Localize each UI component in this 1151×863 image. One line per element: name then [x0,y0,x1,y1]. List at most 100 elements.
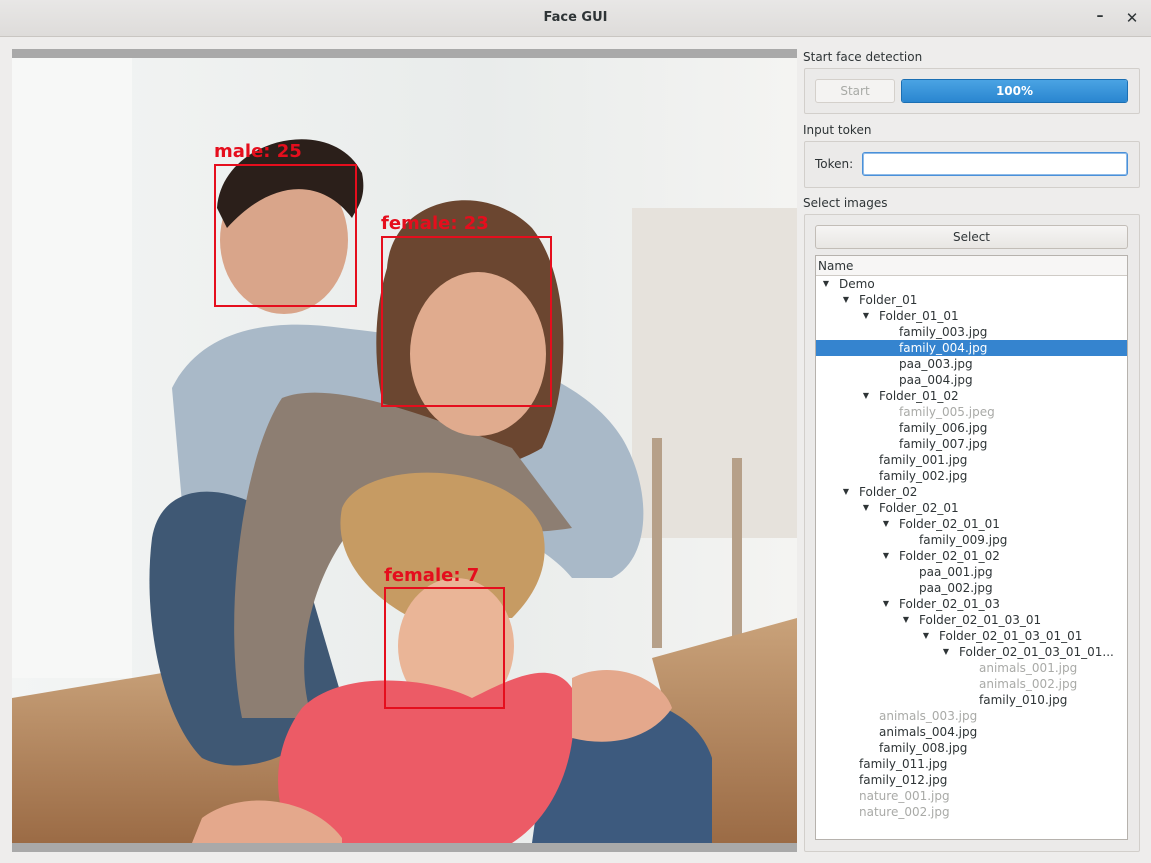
expand-arrow-icon[interactable]: ▼ [900,612,912,628]
tree-file-row[interactable]: family_008.jpg [816,740,1127,756]
close-icon[interactable]: ✕ [1122,8,1142,28]
expand-arrow-icon[interactable]: ▼ [840,484,852,500]
tree-item-label: family_003.jpg [899,325,988,339]
tree-item-label: Folder_02_01_03 [899,597,1000,611]
face-box-female-adult [381,236,552,407]
tree-file-row[interactable]: family_001.jpg [816,452,1127,468]
tree-item-label: Folder_02 [859,485,918,499]
tree-item-label: Folder_02_01_03_01_01... [959,645,1114,659]
tree-item-label: Folder_02_01_03_01 [919,613,1042,627]
tree-item-label: family_010.jpg [979,693,1068,707]
detection-progress-bar: 100% [901,79,1128,103]
expand-arrow-icon[interactable]: ▼ [880,516,892,532]
expand-arrow-icon[interactable]: ▼ [840,292,852,308]
tree-file-row[interactable]: family_009.jpg [816,532,1127,548]
tree-item-label: Folder_01 [859,293,918,307]
tree-file-row[interactable]: paa_003.jpg [816,356,1127,372]
tree-folder-row[interactable]: ▼ Folder_02_01_03_01_01... [816,644,1127,660]
window-title: Face GUI [543,10,608,25]
tree-folder-row[interactable]: ▼ Folder_02 [816,484,1127,500]
file-tree[interactable]: Name ▼ Demo ▼ Folder_01 ▼ Folder_01_01 family_… [815,255,1128,840]
tree-item-label: Folder_02_01_01 [899,517,1000,531]
tree-folder-row[interactable]: ▼ Folder_02_01_02 [816,548,1127,564]
detection-section-title: Start face detection [803,50,923,64]
tree-file-row[interactable]: paa_004.jpg [816,372,1127,388]
tree-folder-row[interactable]: ▼ Demo [816,276,1127,292]
tree-item-label: family_002.jpg [879,469,968,483]
start-button[interactable]: Start [815,79,895,103]
tree-file-row[interactable]: paa_002.jpg [816,580,1127,596]
images-section-title: Select images [803,196,888,210]
tree-item-label: family_012.jpg [859,773,948,787]
tree-item-label: family_006.jpg [899,421,988,435]
tree-file-row[interactable]: nature_002.jpg [816,804,1127,820]
select-button[interactable]: Select [815,225,1128,249]
tree-folder-row[interactable]: ▼ Folder_01_01 [816,308,1127,324]
tree-item-label: paa_004.jpg [899,373,973,387]
tree-item-label: animals_002.jpg [979,677,1078,691]
tree-folder-row[interactable]: ▼ Folder_02_01_03_01_01 [816,628,1127,644]
tree-file-row[interactable]: family_006.jpg [816,420,1127,436]
face-label-female-adult: female: 23 [381,213,489,234]
face-box-male [214,164,357,307]
title-bar: Face GUI – ✕ [0,0,1151,37]
tree-item-label: Demo [839,277,875,291]
tree-file-row[interactable]: family_010.jpg [816,692,1127,708]
tree-item-label: nature_002.jpg [859,805,950,819]
tree-item-label: animals_003.jpg [879,709,978,723]
expand-arrow-icon[interactable]: ▼ [920,628,932,644]
tree-file-row[interactable]: nature_001.jpg [816,788,1127,804]
tree-column-header[interactable]: Name [816,256,1127,276]
tree-file-row[interactable]: animals_002.jpg [816,676,1127,692]
image-viewer: male: 25 female: 23 female: 7 [12,49,797,852]
tree-item-label: animals_004.jpg [879,725,978,739]
tree-item-label: animals_001.jpg [979,661,1078,675]
tree-item-label: Folder_02_01_03_01_01 [939,629,1083,643]
tree-file-row[interactable]: family_004.jpg [816,340,1127,356]
tree-file-row[interactable]: family_002.jpg [816,468,1127,484]
tree-item-label: nature_001.jpg [859,789,950,803]
family-photo: male: 25 female: 23 female: 7 [12,58,797,843]
tree-item-label: family_004.jpg [899,341,988,355]
face-label-female-child: female: 7 [384,565,480,586]
tree-item-label: family_005.jpeg [899,405,995,419]
tree-file-row[interactable]: animals_001.jpg [816,660,1127,676]
tree-file-row[interactable]: family_007.jpg [816,436,1127,452]
tree-folder-row[interactable]: ▼ Folder_02_01_03_01 [816,612,1127,628]
token-input[interactable] [862,152,1128,176]
expand-arrow-icon[interactable]: ▼ [940,644,952,660]
minimize-icon[interactable]: – [1090,6,1110,26]
tree-folder-row[interactable]: ▼ Folder_02_01_01 [816,516,1127,532]
tree-file-row[interactable]: family_005.jpeg [816,404,1127,420]
face-box-female-child [384,587,505,709]
tree-file-row[interactable]: paa_001.jpg [816,564,1127,580]
expand-arrow-icon[interactable]: ▼ [860,388,872,404]
token-label: Token: [815,157,854,171]
tree-item-label: family_008.jpg [879,741,968,755]
expand-arrow-icon[interactable]: ▼ [860,500,872,516]
tree-file-row[interactable]: family_012.jpg [816,772,1127,788]
tree-item-label: family_011.jpg [859,757,948,771]
tree-folder-row[interactable]: ▼ Folder_02_01 [816,500,1127,516]
expand-arrow-icon[interactable]: ▼ [880,548,892,564]
tree-file-row[interactable]: family_003.jpg [816,324,1127,340]
tree-item-label: paa_003.jpg [899,357,973,371]
tree-file-row[interactable]: animals_003.jpg [816,708,1127,724]
expand-arrow-icon[interactable]: ▼ [860,308,872,324]
tree-item-label: family_009.jpg [919,533,1008,547]
token-section-title: Input token [803,123,872,137]
expand-arrow-icon[interactable]: ▼ [880,596,892,612]
face-label-male: male: 25 [214,141,302,162]
photo-illustration [12,58,797,843]
tree-folder-row[interactable]: ▼ Folder_01 [816,292,1127,308]
tree-file-row[interactable]: animals_004.jpg [816,724,1127,740]
tree-folder-row[interactable]: ▼ Folder_01_02 [816,388,1127,404]
tree-body: ▼ Demo ▼ Folder_01 ▼ Folder_01_01 family_003.j… [816,276,1127,820]
tree-item-label: Folder_01_01 [879,309,959,323]
tree-folder-row[interactable]: ▼ Folder_02_01_03 [816,596,1127,612]
tree-item-label: family_001.jpg [879,453,968,467]
expand-arrow-icon[interactable]: ▼ [820,276,832,292]
tree-item-label: Folder_01_02 [879,389,959,403]
tree-file-row[interactable]: family_011.jpg [816,756,1127,772]
tree-item-label: paa_002.jpg [919,581,993,595]
